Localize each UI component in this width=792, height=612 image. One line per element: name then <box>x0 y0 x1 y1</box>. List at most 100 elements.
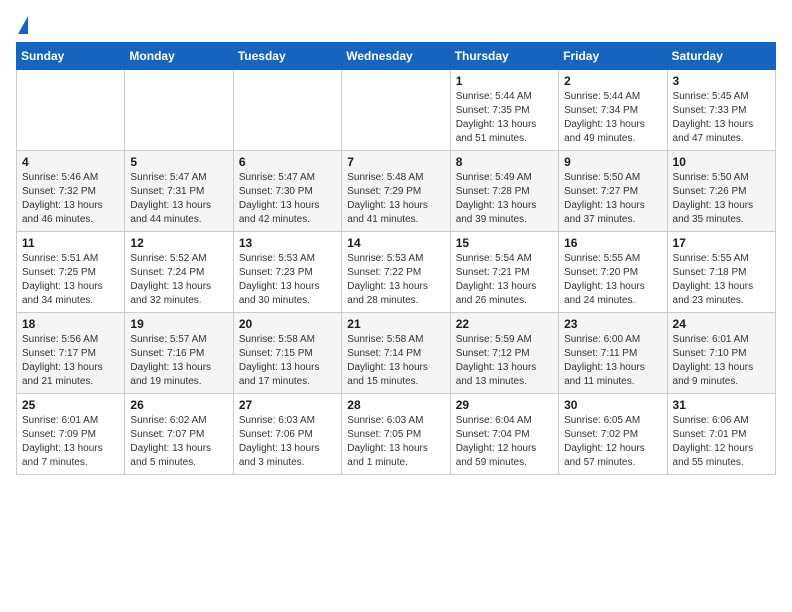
day-info: Sunrise: 6:00 AMSunset: 7:11 PMDaylight:… <box>564 333 661 389</box>
day-info: Sunrise: 5:54 AMSunset: 7:21 PMDaylight:… <box>456 252 553 308</box>
day-info: Sunrise: 6:02 AMSunset: 7:07 PMDaylight:… <box>130 414 227 470</box>
calendar-cell: 25 Sunrise: 6:01 AMSunset: 7:09 PMDayligh… <box>17 394 125 475</box>
day-info: Sunrise: 5:52 AMSunset: 7:24 PMDaylight:… <box>130 252 227 308</box>
day-info: Sunrise: 5:59 AMSunset: 7:12 PMDaylight:… <box>456 333 553 389</box>
day-info: Sunrise: 5:44 AMSunset: 7:34 PMDaylight:… <box>564 90 661 146</box>
day-info: Sunrise: 6:05 AMSunset: 7:02 PMDaylight:… <box>564 414 661 470</box>
logo-triangle-icon <box>18 16 28 34</box>
day-number: 11 <box>22 236 119 250</box>
day-number: 24 <box>673 317 770 331</box>
day-number: 13 <box>239 236 336 250</box>
day-info: Sunrise: 5:50 AMSunset: 7:27 PMDaylight:… <box>564 171 661 227</box>
day-info: Sunrise: 6:06 AMSunset: 7:01 PMDaylight:… <box>673 414 770 470</box>
day-info: Sunrise: 5:46 AMSunset: 7:32 PMDaylight:… <box>22 171 119 227</box>
calendar-cell: 11 Sunrise: 5:51 AMSunset: 7:25 PMDayligh… <box>17 232 125 313</box>
calendar-cell: 26 Sunrise: 6:02 AMSunset: 7:07 PMDayligh… <box>125 394 233 475</box>
day-info: Sunrise: 5:57 AMSunset: 7:16 PMDaylight:… <box>130 333 227 389</box>
day-number: 28 <box>347 398 444 412</box>
calendar-header-cell: Friday <box>559 43 667 70</box>
day-number: 6 <box>239 155 336 169</box>
day-number: 2 <box>564 74 661 88</box>
day-number: 17 <box>673 236 770 250</box>
calendar-header-cell: Wednesday <box>342 43 450 70</box>
day-number: 29 <box>456 398 553 412</box>
calendar-cell: 9 Sunrise: 5:50 AMSunset: 7:27 PMDaylight… <box>559 151 667 232</box>
day-info: Sunrise: 6:04 AMSunset: 7:04 PMDaylight:… <box>456 414 553 470</box>
calendar-cell: 12 Sunrise: 5:52 AMSunset: 7:24 PMDayligh… <box>125 232 233 313</box>
calendar-cell: 28 Sunrise: 6:03 AMSunset: 7:05 PMDayligh… <box>342 394 450 475</box>
calendar-header-cell: Thursday <box>450 43 558 70</box>
calendar-cell: 14 Sunrise: 5:53 AMSunset: 7:22 PMDayligh… <box>342 232 450 313</box>
day-number: 14 <box>347 236 444 250</box>
calendar-table: SundayMondayTuesdayWednesdayThursdayFrid… <box>16 42 776 475</box>
calendar-week-row: 25 Sunrise: 6:01 AMSunset: 7:09 PMDayligh… <box>17 394 776 475</box>
day-number: 7 <box>347 155 444 169</box>
calendar-header-cell: Saturday <box>667 43 775 70</box>
day-info: Sunrise: 5:55 AMSunset: 7:18 PMDaylight:… <box>673 252 770 308</box>
day-info: Sunrise: 6:03 AMSunset: 7:05 PMDaylight:… <box>347 414 444 470</box>
calendar-week-row: 4Sunrise: 5:46 AMSunset: 7:32 PMDaylight… <box>17 151 776 232</box>
calendar-cell: 22 Sunrise: 5:59 AMSunset: 7:12 PMDayligh… <box>450 313 558 394</box>
day-number: 30 <box>564 398 661 412</box>
day-info: Sunrise: 5:53 AMSunset: 7:22 PMDaylight:… <box>347 252 444 308</box>
day-number: 19 <box>130 317 227 331</box>
calendar-week-row: 1Sunrise: 5:44 AMSunset: 7:35 PMDaylight… <box>17 70 776 151</box>
day-number: 15 <box>456 236 553 250</box>
calendar-cell <box>233 70 341 151</box>
calendar-cell: 30 Sunrise: 6:05 AMSunset: 7:02 PMDayligh… <box>559 394 667 475</box>
calendar-cell: 20Sunrise: 5:58 AMSunset: 7:15 PMDayligh… <box>233 313 341 394</box>
day-number: 22 <box>456 317 553 331</box>
day-number: 3 <box>673 74 770 88</box>
day-info: Sunrise: 5:53 AMSunset: 7:23 PMDaylight:… <box>239 252 336 308</box>
day-info: Sunrise: 5:58 AMSunset: 7:14 PMDaylight:… <box>347 333 444 389</box>
calendar-week-row: 11 Sunrise: 5:51 AMSunset: 7:25 PMDayligh… <box>17 232 776 313</box>
day-info: Sunrise: 6:01 AMSunset: 7:10 PMDaylight:… <box>673 333 770 389</box>
day-number: 10 <box>673 155 770 169</box>
day-info: Sunrise: 6:03 AMSunset: 7:06 PMDaylight:… <box>239 414 336 470</box>
calendar-cell: 6 Sunrise: 5:47 AMSunset: 7:30 PMDaylight… <box>233 151 341 232</box>
day-number: 8 <box>456 155 553 169</box>
day-number: 26 <box>130 398 227 412</box>
day-number: 18 <box>22 317 119 331</box>
day-number: 23 <box>564 317 661 331</box>
day-info: Sunrise: 5:55 AMSunset: 7:20 PMDaylight:… <box>564 252 661 308</box>
calendar-cell: 8 Sunrise: 5:49 AMSunset: 7:28 PMDaylight… <box>450 151 558 232</box>
calendar-header-cell: Sunday <box>17 43 125 70</box>
day-info: Sunrise: 5:45 AMSunset: 7:33 PMDaylight:… <box>673 90 770 146</box>
calendar-cell: 23 Sunrise: 6:00 AMSunset: 7:11 PMDayligh… <box>559 313 667 394</box>
calendar-cell: 19 Sunrise: 5:57 AMSunset: 7:16 PMDayligh… <box>125 313 233 394</box>
day-number: 25 <box>22 398 119 412</box>
day-info: Sunrise: 5:47 AMSunset: 7:30 PMDaylight:… <box>239 171 336 227</box>
logo <box>16 16 28 34</box>
day-info: Sunrise: 5:49 AMSunset: 7:28 PMDaylight:… <box>456 171 553 227</box>
calendar-cell <box>17 70 125 151</box>
day-info: Sunrise: 5:47 AMSunset: 7:31 PMDaylight:… <box>130 171 227 227</box>
calendar-cell: 16 Sunrise: 5:55 AMSunset: 7:20 PMDayligh… <box>559 232 667 313</box>
day-number: 16 <box>564 236 661 250</box>
day-info: Sunrise: 5:50 AMSunset: 7:26 PMDaylight:… <box>673 171 770 227</box>
calendar-cell: 15 Sunrise: 5:54 AMSunset: 7:21 PMDayligh… <box>450 232 558 313</box>
day-number: 20 <box>239 317 336 331</box>
day-info: Sunrise: 5:44 AMSunset: 7:35 PMDaylight:… <box>456 90 553 146</box>
header <box>16 16 776 34</box>
day-info: Sunrise: 6:01 AMSunset: 7:09 PMDaylight:… <box>22 414 119 470</box>
day-number: 21 <box>347 317 444 331</box>
calendar-cell: 2 Sunrise: 5:44 AMSunset: 7:34 PMDaylight… <box>559 70 667 151</box>
day-number: 27 <box>239 398 336 412</box>
day-number: 12 <box>130 236 227 250</box>
calendar-cell: 21 Sunrise: 5:58 AMSunset: 7:14 PMDayligh… <box>342 313 450 394</box>
calendar-cell: 5Sunrise: 5:47 AMSunset: 7:31 PMDaylight… <box>125 151 233 232</box>
calendar-header-cell: Monday <box>125 43 233 70</box>
day-info: Sunrise: 5:48 AMSunset: 7:29 PMDaylight:… <box>347 171 444 227</box>
calendar-cell: 13 Sunrise: 5:53 AMSunset: 7:23 PMDayligh… <box>233 232 341 313</box>
calendar-cell: 27 Sunrise: 6:03 AMSunset: 7:06 PMDayligh… <box>233 394 341 475</box>
day-info: Sunrise: 5:56 AMSunset: 7:17 PMDaylight:… <box>22 333 119 389</box>
calendar-cell: 7 Sunrise: 5:48 AMSunset: 7:29 PMDaylight… <box>342 151 450 232</box>
calendar-cell: 10 Sunrise: 5:50 AMSunset: 7:26 PMDayligh… <box>667 151 775 232</box>
day-info: Sunrise: 5:51 AMSunset: 7:25 PMDaylight:… <box>22 252 119 308</box>
calendar-cell: 29 Sunrise: 6:04 AMSunset: 7:04 PMDayligh… <box>450 394 558 475</box>
day-number: 9 <box>564 155 661 169</box>
calendar-cell: 17 Sunrise: 5:55 AMSunset: 7:18 PMDayligh… <box>667 232 775 313</box>
calendar-cell: 24 Sunrise: 6:01 AMSunset: 7:10 PMDayligh… <box>667 313 775 394</box>
calendar-header-cell: Tuesday <box>233 43 341 70</box>
